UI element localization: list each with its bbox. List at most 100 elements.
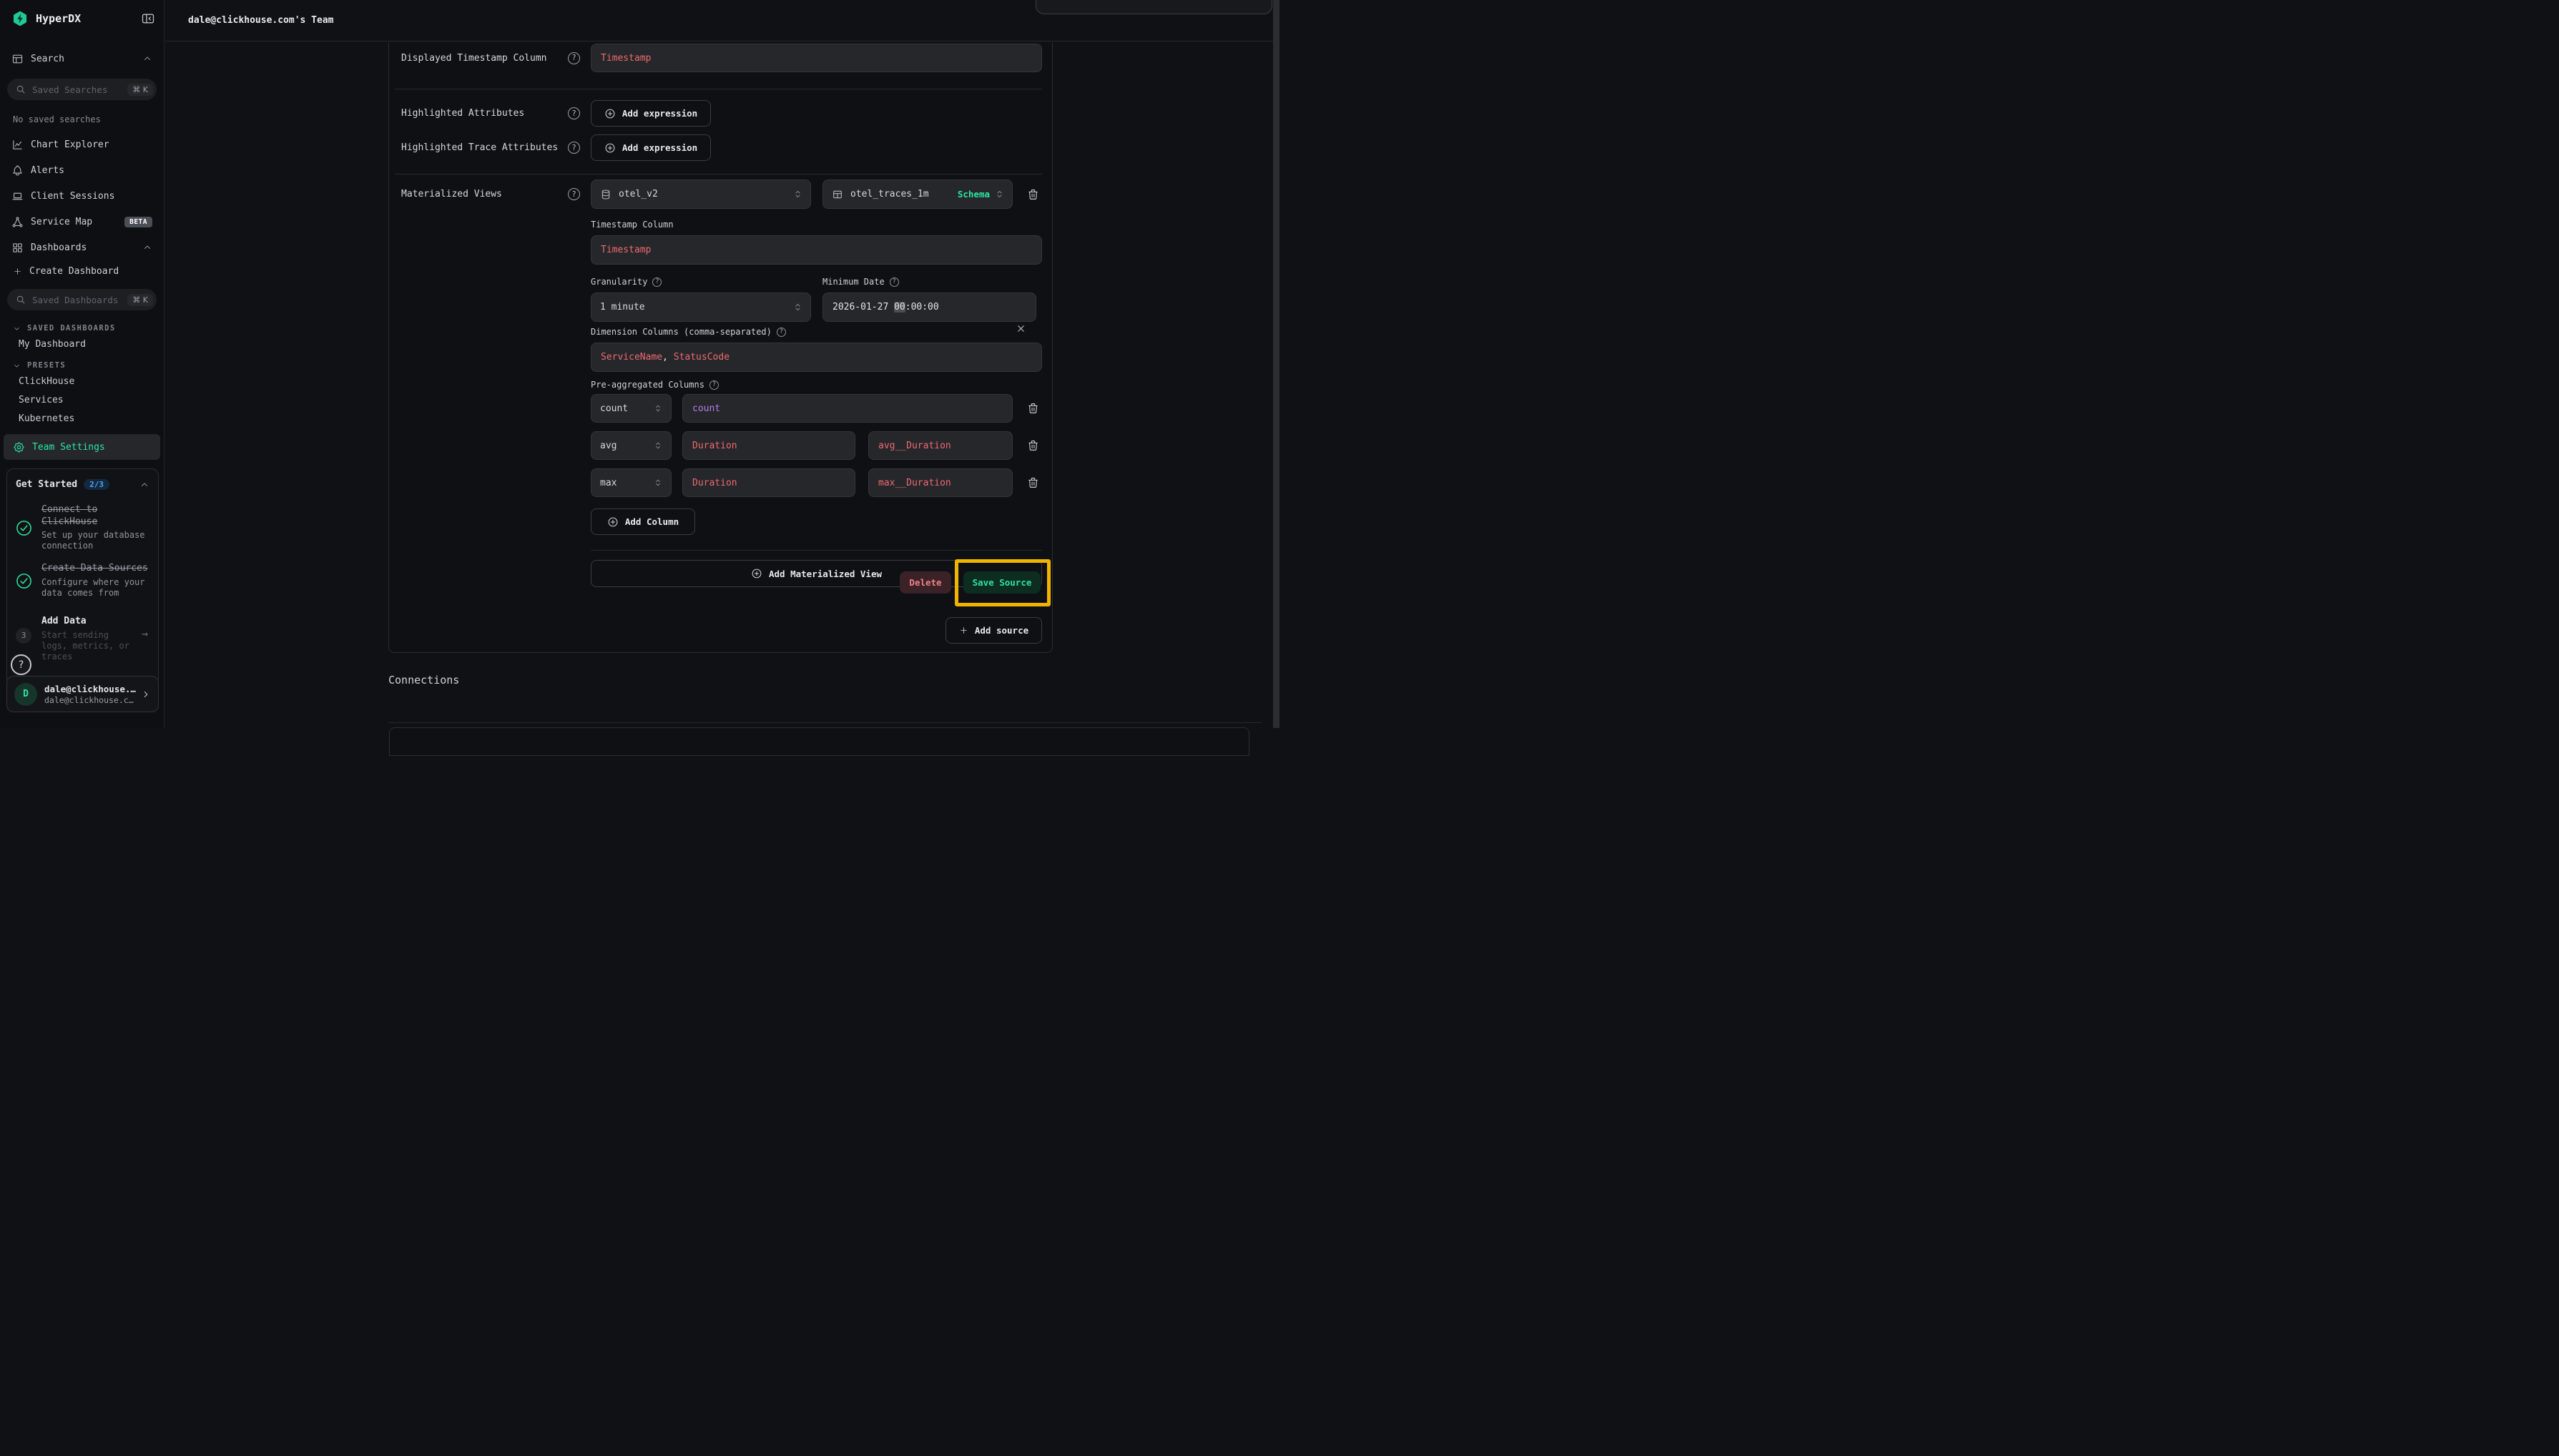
input-value: Timestamp [601,245,651,255]
help-circle-icon[interactable]: ? [568,188,580,200]
select-chevrons-icon [653,441,664,451]
help-circle-icon[interactable]: ? [568,142,580,154]
sidebar-item-service-map[interactable]: Service Map BETA [0,209,164,235]
section-divider [388,722,1262,723]
select-value: 1 minute [600,302,792,313]
help-circle-icon[interactable]: ? [568,107,580,119]
button-label: Add source [975,625,1028,636]
get-started-title: Get Started [16,479,77,490]
section-label: SAVED DASHBOARDS [27,324,116,333]
button-label: Add expression [622,108,697,119]
delete-view-trash-icon[interactable] [1027,188,1039,201]
logo-row: HyperDX [0,0,164,27]
help-button[interactable]: ? [11,654,31,675]
aggregation-alias-input[interactable]: max__Duration [868,468,1013,497]
create-dashboard-label: Create Dashboard [29,266,119,277]
timestamp-column-input[interactable]: Timestamp [591,235,1042,265]
chevron-up-icon[interactable] [142,54,152,64]
avatar: D [14,683,37,706]
sidebar-item-label: Service Map [31,217,119,227]
sidebar-item-client-sessions[interactable]: Client Sessions [0,183,164,209]
sidebar-item-label: Chart Explorer [31,139,152,150]
saved-searches-placeholder: Saved Searches [32,84,127,95]
sidebar-item-my-dashboard[interactable]: My Dashboard [0,335,164,353]
delete-column-trash-icon[interactable] [1027,402,1039,415]
sidebar-item-label: Dashboards [31,242,142,253]
add-column-button[interactable]: Add Column [591,508,695,535]
highlighted-trace-attributes-label-row: Highlighted Trace Attributes ? [401,134,580,161]
sidebar-item-label: Client Sessions [31,191,152,202]
user-menu[interactable]: D dale@clickhouse.… dale@clickhouse.c… [6,676,159,712]
aggregation-expr-input[interactable]: Duration [682,468,855,497]
sidebar-item-label: Search [31,54,142,64]
aggregation-fn-select[interactable]: max [591,468,672,497]
select-value: otel_v2 [619,189,792,200]
sidebar-item-team-settings[interactable]: Team Settings [4,434,160,460]
progress-badge: 2/3 [84,479,109,490]
add-expression-button[interactable]: Add expression [591,134,711,161]
help-circle-icon[interactable]: ? [709,380,719,390]
aggregation-expr-input[interactable]: Duration [682,431,855,460]
database-select[interactable]: otel_v2 [591,179,811,209]
field-label: Displayed Timestamp Column [401,53,547,64]
search-icon [16,295,26,305]
step-connect-clickhouse[interactable]: Connect to ClickHouse Set up your databa… [16,504,149,551]
add-expression-button[interactable]: Add expression [591,100,711,127]
bell-icon [11,164,24,177]
sidebar-item-services[interactable]: Services [0,390,164,409]
chart-explorer-icon [11,139,24,151]
aggregation-fn-select[interactable]: avg [591,431,672,460]
displayed-timestamp-input[interactable]: Timestamp [591,44,1042,72]
presets-section-header[interactable]: PRESETS [0,359,164,372]
clear-date-icon[interactable] [1016,302,1026,313]
select-chevrons-icon [653,478,664,488]
saved-dashboards-input[interactable]: Saved Dashboards ⌘ K [7,289,157,310]
sidebar: HyperDX Search Saved Searches ⌘ K [0,0,164,728]
floating-toolbar-overlay [1036,0,1272,14]
collapse-sidebar-icon[interactable] [141,11,155,26]
step-add-data[interactable]: 3 Add Data Start sending logs, metrics, … [16,616,149,662]
save-source-button[interactable]: Save Source [963,571,1041,594]
circle-plus-icon [751,568,762,579]
schema-link[interactable]: Schema [958,189,990,200]
step-subtitle: Start sending logs, metrics, or traces [41,630,134,662]
create-dashboard-button[interactable]: Create Dashboard [0,260,164,282]
plus-icon [959,626,968,635]
delete-column-trash-icon[interactable] [1027,476,1039,489]
saved-dashboards-section-header[interactable]: SAVED DASHBOARDS [0,322,164,335]
dimension-columns-input[interactable]: ServiceName, StatusCode [591,343,1042,372]
delete-source-button[interactable]: Delete [900,571,951,594]
hyperdx-logo-icon [11,10,29,27]
aggregation-expr-input[interactable]: count [682,394,1013,423]
sidebar-item-search[interactable]: Search [0,46,164,72]
help-circle-icon[interactable]: ? [890,277,899,287]
chevron-up-icon[interactable] [139,480,149,490]
sidebar-item-alerts[interactable]: Alerts [0,157,164,183]
chevron-down-icon [13,325,21,333]
granularity-label: Granularity ? [591,277,662,287]
saved-searches-input[interactable]: Saved Searches ⌘ K [7,79,157,100]
get-started-header[interactable]: Get Started 2/3 [16,479,149,490]
chevron-up-icon[interactable] [142,242,152,252]
granularity-select[interactable]: 1 minute [591,292,811,322]
minimum-date-input[interactable]: 2026-01-27 00:00:00 [822,292,1036,322]
sidebar-item-dashboards[interactable]: Dashboards [0,235,164,260]
add-source-button[interactable]: Add source [945,617,1042,644]
app-title: HyperDX [36,12,141,25]
delete-column-trash-icon[interactable] [1027,439,1039,452]
beta-badge: BETA [124,217,152,227]
sidebar-item-clickhouse[interactable]: ClickHouse [0,372,164,390]
sidebar-item-chart-explorer[interactable]: Chart Explorer [0,132,164,157]
page-scrollbar[interactable] [1273,0,1280,728]
step-title: Create Data Sources [41,563,149,575]
help-circle-icon[interactable]: ? [652,277,662,287]
table-select[interactable]: otel_traces_1m Schema [822,179,1013,209]
aggregation-alias-input[interactable]: avg__Duration [868,431,1013,460]
date-hours-selected: 00 [894,302,905,313]
step-create-data-sources[interactable]: Create Data Sources Configure where your… [16,563,149,599]
help-circle-icon[interactable]: ? [777,328,786,337]
help-circle-icon[interactable]: ? [568,52,580,64]
dashboards-icon [11,242,24,254]
aggregation-fn-select[interactable]: count [591,394,672,423]
sidebar-item-kubernetes[interactable]: Kubernetes [0,409,164,428]
